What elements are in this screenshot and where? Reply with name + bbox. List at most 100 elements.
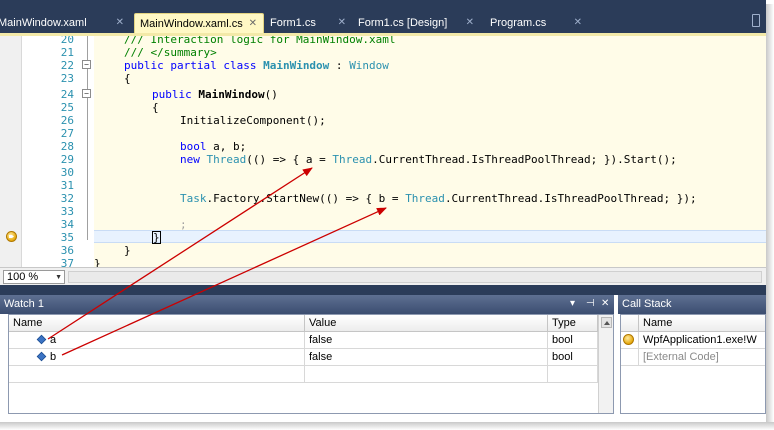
code-text: /// </summary> [124, 46, 217, 59]
callstack-frame[interactable]: [External Code] [639, 349, 765, 366]
code-text: /// Interaction logic for MainWindow.xam… [124, 36, 396, 46]
code-text: public partial class MainWindow : Window [124, 59, 389, 72]
code-text: new Thread(() => { a = Thread.CurrentThr… [180, 153, 677, 166]
line-number: 34 [60, 218, 74, 231]
watch-name-cell[interactable]: b [9, 349, 305, 366]
current-statement-icon [623, 334, 634, 345]
vertical-scrollbar[interactable] [598, 315, 613, 413]
line-number: 36 [60, 244, 74, 257]
code-text: } [94, 257, 101, 267]
tab-label: Form1.cs [270, 17, 316, 29]
close-icon[interactable]: ✕ [249, 14, 257, 34]
code-text: InitializeComponent(); [180, 114, 326, 127]
editor-status-bar: 100 % ▼ [0, 267, 766, 285]
tab-form1-design[interactable]: Form1.cs [Design] ✕ [354, 13, 480, 34]
watch-type-cell [548, 366, 598, 383]
code-text: } [152, 231, 161, 244]
callstack-grid[interactable]: Name WpfApplication1.exe!W [External Cod… [620, 314, 766, 414]
watch-name-cell[interactable]: a [9, 332, 305, 349]
code-line: 24 public MainWindow() [0, 88, 766, 101]
property-icon [36, 334, 47, 345]
frame-indicator-cell [621, 332, 639, 349]
line-number: 22 [60, 59, 74, 72]
watch-name: a [50, 334, 57, 346]
tab-label: MainWindow.xaml.cs [140, 18, 243, 30]
watch-value-cell[interactable]: false [305, 349, 548, 366]
line-number: 30 [60, 166, 74, 179]
code-line-current: 35 } [0, 231, 766, 244]
callstack-panel-title: Call Stack [622, 298, 672, 310]
code-line: 22 public partial class MainWindow : Win… [0, 59, 766, 72]
scroll-up-icon[interactable] [601, 317, 612, 328]
code-editor[interactable]: − − 20 /// Interaction logic for MainWin… [0, 36, 766, 267]
line-number: 31 [60, 179, 74, 192]
line-number: 20 [60, 36, 74, 46]
code-line: 28 bool a, b; [0, 140, 766, 153]
column-header-name[interactable]: Name [9, 315, 305, 332]
line-number: 24 [60, 88, 74, 101]
callstack-frame[interactable]: WpfApplication1.exe!W [639, 332, 765, 349]
panel-splitter[interactable] [0, 285, 766, 295]
document-tab-strip: MainWindow.xaml ✕ MainWindow.xaml.cs ✕ F… [0, 0, 766, 34]
watch-name-cell[interactable] [9, 366, 305, 383]
code-line: 37 } [0, 257, 766, 267]
code-text: public MainWindow() [152, 88, 278, 101]
dropdown-icon[interactable]: ▾ [570, 295, 575, 313]
zoom-level: 100 % [7, 271, 39, 283]
tab-label: Program.cs [490, 17, 547, 29]
line-number: 23 [60, 72, 74, 85]
code-line: 25 { [0, 101, 766, 114]
code-line: 31 [0, 179, 766, 192]
tab-program-cs[interactable]: Program.cs ✕ [486, 13, 588, 34]
code-text: bool a, b; [180, 140, 247, 153]
close-icon[interactable]: ✕ [601, 295, 609, 313]
line-number: 29 [60, 153, 74, 166]
code-line: 34 ; [0, 218, 766, 231]
callstack-panel-header[interactable]: Call Stack [618, 295, 766, 314]
code-line: 29 new Thread(() => { a = Thread.Current… [0, 153, 766, 166]
column-header-type[interactable]: Type [548, 315, 598, 332]
watch-panel-title: Watch 1 [4, 298, 44, 310]
close-icon[interactable]: ✕ [116, 13, 124, 33]
close-icon[interactable]: ✕ [466, 13, 474, 33]
dropdown-icon[interactable]: ▼ [55, 272, 62, 284]
watch-panel-header[interactable]: Watch 1 ▾ ⊣ ✕ [0, 295, 614, 314]
code-text: } [124, 244, 131, 257]
watch-name: b [50, 351, 57, 363]
line-number: 37 [60, 257, 74, 267]
horizontal-scrollbar[interactable] [68, 271, 762, 283]
code-line: 30 [0, 166, 766, 179]
code-text: Task.Factory.StartNew(() => { b = Thread… [180, 192, 697, 205]
pin-icon[interactable] [752, 14, 760, 27]
watch-value-cell[interactable]: false [305, 332, 548, 349]
code-text: ; [180, 218, 187, 231]
code-line: 32 Task.Factory.StartNew(() => { b = Thr… [0, 192, 766, 205]
current-brace: } [152, 231, 161, 244]
zoom-combo[interactable]: 100 % ▼ [3, 270, 65, 284]
tab-mainwindow-xaml-cs[interactable]: MainWindow.xaml.cs ✕ [134, 13, 264, 34]
column-header-name[interactable]: Name [639, 315, 765, 332]
pin-icon[interactable]: ⊣ [586, 295, 595, 313]
watch-value-cell[interactable] [305, 366, 548, 383]
line-number: 21 [60, 46, 74, 59]
line-number: 28 [60, 140, 74, 153]
line-number: 27 [60, 127, 74, 140]
watch-grid[interactable]: Name Value Type a false bool b false boo… [8, 314, 614, 414]
code-line: 21 /// </summary> [0, 46, 766, 59]
watch-type-cell: bool [548, 349, 598, 366]
close-icon[interactable]: ✕ [574, 13, 582, 33]
code-text: { [124, 72, 131, 85]
tab-form1-cs[interactable]: Form1.cs ✕ [266, 13, 352, 34]
column-header-value[interactable]: Value [305, 315, 548, 332]
tab-label: MainWindow.xaml [0, 17, 87, 29]
close-icon[interactable]: ✕ [338, 13, 346, 33]
line-number: 32 [60, 192, 74, 205]
code-line: 33 [0, 205, 766, 218]
frame-indicator-cell [621, 349, 639, 366]
line-number: 35 [60, 231, 74, 244]
tab-mainwindow-xaml[interactable]: MainWindow.xaml ✕ [0, 13, 130, 34]
watch-type-cell: bool [548, 332, 598, 349]
page-shadow-right [766, 4, 774, 430]
line-number: 25 [60, 101, 74, 114]
code-line: 20 /// Interaction logic for MainWindow.… [0, 36, 766, 46]
